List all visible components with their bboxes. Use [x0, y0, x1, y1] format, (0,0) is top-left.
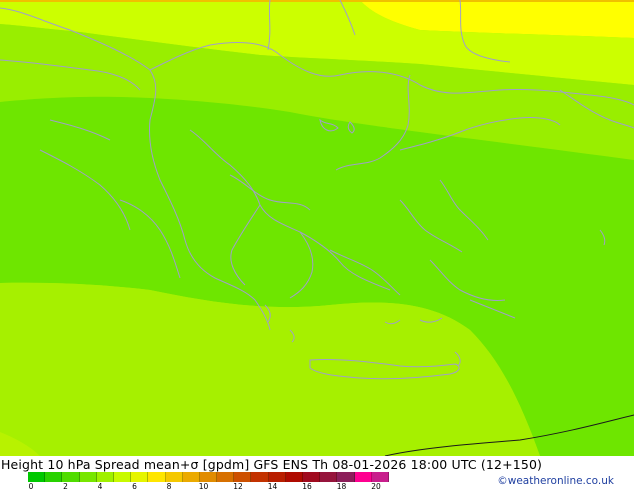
colorbar-segment — [148, 472, 166, 482]
colorbar-segment — [251, 472, 269, 482]
colorbar-segment — [131, 472, 149, 482]
colorbar-segment — [285, 472, 303, 482]
colorbar-segment — [268, 472, 286, 482]
colorbar-segment — [217, 472, 235, 482]
colorbar — [28, 472, 389, 482]
legend-footer: Height 10 hPa Spread mean+σ [gpdm] GFS E… — [0, 456, 634, 491]
colorbar-segment — [371, 472, 389, 482]
colorbar-segment — [113, 472, 132, 482]
map-title: Height 10 hPa Spread mean+σ [gpdm] GFS E… — [1, 457, 543, 472]
colorbar-segment — [182, 472, 200, 482]
credit-link[interactable]: ©weatheronline.co.uk — [497, 475, 614, 487]
colorbar-segment — [165, 472, 183, 482]
top-edge-line — [0, 0, 634, 2]
colorbar-segment — [79, 472, 97, 482]
colorbar-segment — [303, 472, 321, 482]
colorbar-segment — [199, 472, 218, 482]
colorbar-segment — [234, 472, 252, 482]
colorbar-segment — [320, 472, 338, 482]
colorbar-segment — [96, 472, 114, 482]
colorbar-segment — [354, 472, 372, 482]
colorbar-segment — [337, 472, 355, 482]
colorbar-segment — [28, 472, 46, 482]
colorbar-segment — [62, 472, 80, 482]
spread-map — [0, 0, 634, 456]
colorbar-segment — [45, 472, 63, 482]
